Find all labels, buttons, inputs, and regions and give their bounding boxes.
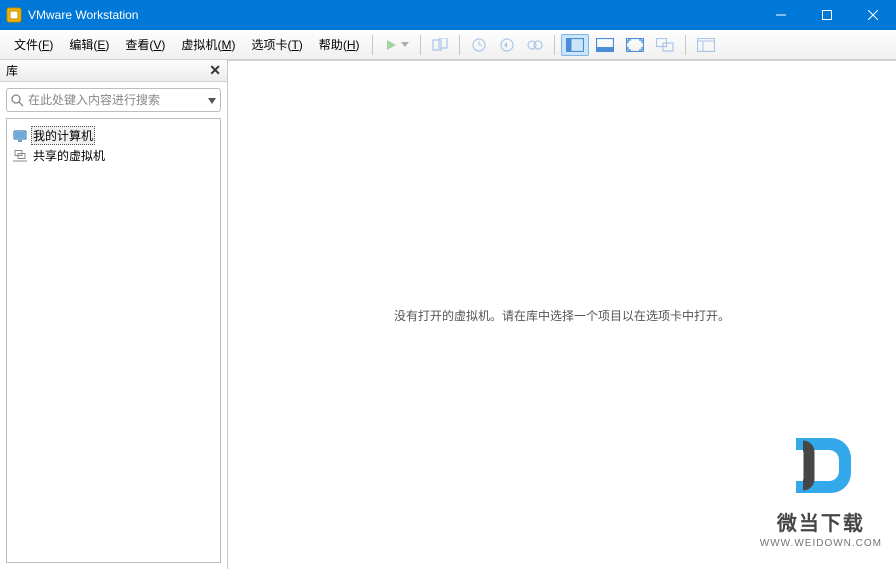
menu-view[interactable]: 查看(V)	[117, 32, 173, 57]
unity-button	[651, 34, 679, 56]
library-close-button[interactable]: ✕	[209, 62, 221, 79]
power-on-button	[379, 34, 414, 56]
menu-file[interactable]: 文件(F)	[6, 32, 61, 57]
watermark-logo-icon	[781, 428, 861, 503]
menubar: 文件(F) 编辑(E) 查看(V) 虚拟机(M) 选项卡(T) 帮助(H)	[0, 30, 896, 60]
new-vm-button	[427, 34, 453, 56]
show-thumbnail-button[interactable]	[591, 34, 619, 56]
menu-edit[interactable]: 编辑(E)	[61, 32, 117, 57]
app-icon	[6, 7, 22, 23]
computer-icon	[13, 130, 27, 142]
titlebar: VMware Workstation	[0, 0, 896, 30]
search-dropdown[interactable]	[208, 93, 216, 107]
fullscreen-button[interactable]	[621, 34, 649, 56]
view-console-button	[692, 34, 720, 56]
empty-message: 没有打开的虚拟机。请在库中选择一个项目以在选项卡中打开。	[394, 307, 730, 324]
watermark-url: WWW.WEIDOWN.COM	[760, 538, 882, 549]
snapshot-manager-button	[522, 33, 548, 57]
separator	[554, 35, 555, 55]
tree-item-shared-vms[interactable]: 共享的虚拟机	[11, 146, 216, 165]
maximize-button[interactable]	[804, 0, 850, 30]
separator	[459, 35, 460, 55]
tree-item-label: 共享的虚拟机	[31, 147, 107, 164]
shared-vm-icon	[13, 150, 27, 162]
window-title: VMware Workstation	[28, 8, 758, 22]
tree-item-my-computer[interactable]: 我的计算机	[11, 125, 216, 146]
library-panel: 库 ✕ 我的计算机 共享的虚拟机	[0, 60, 228, 569]
menu-help[interactable]: 帮助(H)	[311, 32, 368, 57]
watermark: 微当下载 WWW.WEIDOWN.COM	[760, 428, 882, 549]
chevron-down-icon	[401, 42, 409, 47]
watermark-text: 微当下载	[760, 507, 882, 536]
separator	[420, 35, 421, 55]
library-search[interactable]	[6, 88, 221, 112]
minimize-button[interactable]	[758, 0, 804, 30]
library-header: 库 ✕	[0, 60, 227, 82]
show-library-button[interactable]	[561, 34, 589, 56]
snapshot-revert-button	[494, 33, 520, 57]
close-button[interactable]	[850, 0, 896, 30]
separator	[372, 35, 373, 55]
menu-vm[interactable]: 虚拟机(M)	[173, 32, 243, 57]
separator	[685, 35, 686, 55]
search-icon	[11, 94, 24, 107]
snapshot-button	[466, 33, 492, 57]
library-tree: 我的计算机 共享的虚拟机	[6, 118, 221, 563]
tree-item-label: 我的计算机	[31, 126, 95, 145]
menu-tabs[interactable]: 选项卡(T)	[243, 32, 310, 57]
library-title: 库	[6, 62, 209, 79]
main-content: 没有打开的虚拟机。请在库中选择一个项目以在选项卡中打开。 微当下载 WWW.WE…	[228, 60, 896, 569]
search-input[interactable]	[28, 93, 204, 107]
